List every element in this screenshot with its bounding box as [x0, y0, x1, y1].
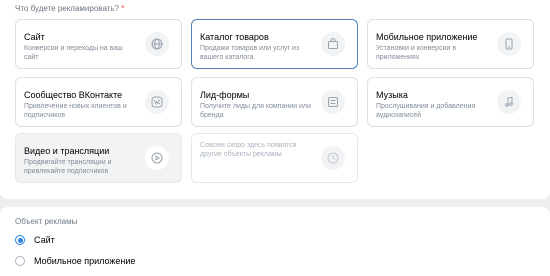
card-description: Получите лиды для компании или бренда [200, 103, 311, 119]
card-mobile-app[interactable]: Мобильное приложение Установки и конверс… [367, 19, 534, 69]
radio-button[interactable] [15, 256, 25, 266]
ad-type-panel: Что будете рекламировать? * Сайт Конверс… [0, 0, 550, 199]
play-icon [145, 146, 169, 170]
ad-object-panel: Объект рекламы Сайт Мобильное приложение [0, 207, 550, 276]
card-description: Конверсии и переходы на ваш сайт [24, 45, 123, 61]
card-music[interactable]: Музыка Прослушивания и добавления аудиоз… [367, 77, 534, 127]
card-description: Прослушивания и добавления аудиозаписей [376, 103, 476, 119]
card-title: Мобильное приложение [376, 32, 478, 42]
card-description: Привлечение новых клиентов и подписчиков [24, 103, 127, 119]
card-title: Лид-формы [200, 90, 250, 100]
shopping-bag-icon [321, 32, 345, 56]
card-title: Сообщество ВКонтакте [24, 90, 123, 100]
card-site[interactable]: Сайт Конверсии и переходы на ваш сайт [15, 19, 182, 69]
music-note-icon [497, 90, 521, 114]
radio-button[interactable] [15, 235, 25, 245]
card-description: Продажи товаров или услуг из вашего ката… [200, 45, 300, 61]
radio-label: Сайт [34, 235, 55, 245]
card-title: Видео и трансляции [24, 146, 110, 156]
question-label: Что будете рекламировать? * [15, 4, 124, 13]
radio-option-site[interactable]: Сайт [15, 233, 55, 247]
card-description: Продвигайте трансляции и привлекайте под… [24, 159, 112, 175]
card-description: Установки и конверсии в приложениях [376, 45, 457, 61]
card-coming-soon: Совсем скоро здесь появятся другие объек… [191, 133, 358, 183]
ad-object-label: Объект рекламы [15, 217, 78, 226]
radio-label: Мобильное приложение [34, 256, 136, 266]
card-video[interactable]: Видео и трансляции Продвигайте трансляци… [15, 133, 182, 183]
card-vk-community[interactable]: Сообщество ВКонтакте Привлечение новых к… [15, 77, 182, 127]
card-title: Музыка [376, 90, 408, 100]
vk-logo-icon [145, 90, 169, 114]
form-list-icon [321, 90, 345, 114]
card-lead-forms[interactable]: Лид-формы Получите лиды для компании или… [191, 77, 358, 127]
card-description: Совсем скоро здесь появятся другие объек… [200, 142, 297, 158]
card-title: Сайт [24, 32, 45, 42]
question-text: Что будете рекламировать? [15, 4, 120, 13]
smartphone-icon [497, 32, 521, 56]
globe-icon [145, 32, 169, 56]
radio-option-mobile-app[interactable]: Мобильное приложение [15, 254, 135, 268]
clock-icon [321, 146, 345, 170]
card-catalog[interactable]: Каталог товаров Продажи товаров или услу… [191, 19, 358, 69]
card-title: Каталог товаров [200, 32, 269, 42]
required-mark: * [121, 4, 125, 13]
